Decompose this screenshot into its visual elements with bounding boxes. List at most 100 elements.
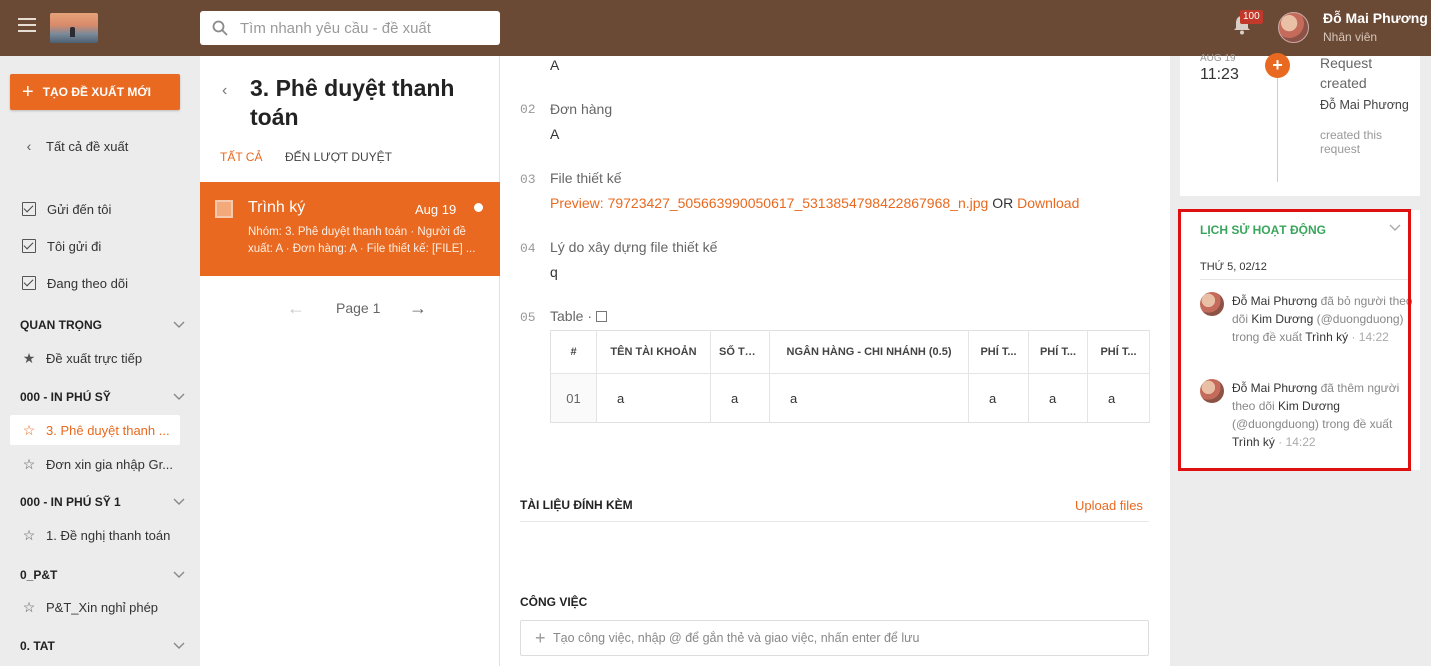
checkbox-icon[interactable] xyxy=(22,239,36,253)
activity-date: THỨ 5, 02/12 xyxy=(1200,261,1267,273)
field-value-top: A xyxy=(550,57,560,73)
right-panel: AUG 19 11:23 + Request created Đỗ Mai Ph… xyxy=(1170,53,1431,666)
request-card[interactable]: Trình ký Aug 19 Nhóm: 3. Phê duyệt thanh… xyxy=(200,182,500,276)
activity-title: LỊCH SỬ HOẠT ĐỘNG xyxy=(1200,223,1326,237)
activity-text: Đỗ Mai Phương đã thêm người theo dõi Kim… xyxy=(1232,379,1414,451)
table-header: NGÂN HÀNG - CHI NHÁNH (0.5) xyxy=(769,330,969,374)
sidebar-item-payment-request[interactable]: ☆ 1. Đề nghị thanh toán xyxy=(10,520,180,550)
menu-icon[interactable] xyxy=(18,18,36,34)
request-detail: A 02 Đơn hàng A 03 File thiết kế Preview… xyxy=(500,56,1170,666)
download-link[interactable]: Download xyxy=(1017,195,1079,211)
group-header-important[interactable]: QUAN TRỌNG xyxy=(20,315,185,335)
group-header-in-phu-sy-1[interactable]: 000 - IN PHÚ SỸ 1 xyxy=(20,492,185,512)
divider xyxy=(1200,279,1410,280)
sidebar-item-label: 1. Đề nghị thanh toán xyxy=(46,527,171,543)
field-value-reason: q xyxy=(550,264,558,280)
filter-sent-by-me[interactable]: Tôi gửi đi xyxy=(10,231,180,261)
sidebar-item-leave-request[interactable]: ☆ P&T_Xin nghỉ phép xyxy=(10,592,180,622)
table-cell: a xyxy=(596,373,711,423)
activity-prep: trong đề xuất xyxy=(1232,330,1303,344)
top-bar: 100 Đỗ Mai Phương Nhân viên xyxy=(0,0,1431,56)
tab-all[interactable]: TẤT CẢ xyxy=(220,150,262,164)
table-header-row: # TÊN TÀI KHOẢN SỐ TÀ... NGÂN HÀNG - CHI… xyxy=(550,330,1150,374)
group-title: 000 - IN PHÚ SỸ 1 xyxy=(20,495,121,509)
user-name[interactable]: Đỗ Mai Phương xyxy=(1323,10,1428,26)
table-header: PHÍ T... xyxy=(1028,330,1088,374)
activity-object[interactable]: Trình ký xyxy=(1232,435,1275,449)
sidebar-item-label: P&T_Xin nghỉ phép xyxy=(46,599,159,615)
field-number: 02 xyxy=(520,102,536,117)
preview-link[interactable]: Preview: 79723427_505663990050617_531385… xyxy=(550,195,988,211)
checkbox-icon[interactable] xyxy=(22,202,36,216)
search-input[interactable] xyxy=(240,11,490,45)
group-title: 0_P&T xyxy=(20,568,58,582)
or-text: OR xyxy=(992,195,1014,211)
task-input[interactable] xyxy=(553,621,1143,655)
timeline-month: AUG 19 xyxy=(1200,53,1236,64)
data-table: # TÊN TÀI KHOẢN SỐ TÀ... NGÂN HÀNG - CHI… xyxy=(550,330,1150,423)
group-title: 000 - IN PHÚ SỸ xyxy=(20,390,111,404)
star-outline-icon[interactable]: ☆ xyxy=(22,422,36,439)
table-header: PHÍ T... xyxy=(1087,330,1150,374)
divider xyxy=(520,521,1149,522)
field-label-table: Table · xyxy=(550,308,608,324)
copy-icon[interactable] xyxy=(596,311,608,322)
chevron-left-icon: ‹ xyxy=(26,138,32,154)
filter-label: Đang theo dõi xyxy=(47,275,128,291)
request-list-panel: ‹ 3. Phê duyệt thanh toán TẤT CẢ ĐẾN LƯỢ… xyxy=(200,56,500,666)
timeline-card: AUG 19 11:23 + Request created Đỗ Mai Ph… xyxy=(1180,53,1420,196)
table-header: SỐ TÀ... xyxy=(710,330,770,374)
avatar xyxy=(1200,379,1224,403)
star-outline-icon[interactable]: ☆ xyxy=(22,599,36,616)
tab-my-turn[interactable]: ĐẾN LƯỢT DUYỆT xyxy=(285,150,392,164)
chevron-down-icon xyxy=(173,498,185,505)
activity-time: · 14:22 xyxy=(1278,435,1316,449)
card-checkbox[interactable] xyxy=(215,200,233,218)
create-request-label: TẠO ĐỀ XUẤT MỚI xyxy=(42,85,151,99)
activity-object[interactable]: Trình ký xyxy=(1305,330,1348,344)
company-logo[interactable] xyxy=(50,13,98,43)
activity-target[interactable]: Kim Dương xyxy=(1251,312,1313,326)
sidebar-item-direct[interactable]: ★ Đề xuất trực tiếp xyxy=(10,343,180,373)
next-page-icon[interactable]: → xyxy=(409,298,427,319)
activity-target[interactable]: Kim Dương xyxy=(1278,399,1340,413)
chevron-down-icon xyxy=(173,571,185,578)
sidebar-item-join-group[interactable]: ☆ Đơn xin gia nhập Gr... xyxy=(10,449,180,479)
filter-sent-to-me[interactable]: Gửi đến tôi xyxy=(10,194,180,224)
activity-text: Đỗ Mai Phương đã bỏ người theo dõi Kim D… xyxy=(1232,292,1414,346)
activity-history-card: LỊCH SỬ HOẠT ĐỘNG THỨ 5, 02/12 Đỗ Mai Ph… xyxy=(1180,210,1420,470)
table-header: # xyxy=(550,330,597,374)
chevron-down-icon xyxy=(173,642,185,649)
sidebar-item-payment-approval[interactable]: ☆ 3. Phê duyệt thanh ... xyxy=(10,415,180,445)
checkbox-icon[interactable] xyxy=(22,276,36,290)
all-requests-link[interactable]: ‹ Tất cả đề xuất xyxy=(10,131,180,161)
filter-following[interactable]: Đang theo dõi xyxy=(10,268,180,298)
notification-badge: 100 xyxy=(1240,10,1263,24)
prev-page-icon[interactable]: ← xyxy=(287,298,305,319)
field-label-design-file: File thiết kế xyxy=(550,170,622,186)
create-request-button[interactable]: + TẠO ĐỀ XUẤT MỚI xyxy=(10,74,180,110)
star-outline-icon[interactable]: ☆ xyxy=(22,527,36,544)
star-filled-icon: ★ xyxy=(22,349,36,366)
back-icon[interactable]: ‹ xyxy=(222,82,227,100)
activity-actor[interactable]: Đỗ Mai Phương xyxy=(1232,381,1317,395)
table-header: TÊN TÀI KHOẢN xyxy=(596,330,711,374)
tasks-title: CÔNG VIỆC xyxy=(520,595,588,609)
list-title: 3. Phê duyệt thanh toán xyxy=(250,75,455,130)
group-header-p-and-t[interactable]: 0_P&T xyxy=(20,565,185,585)
chevron-down-icon[interactable] xyxy=(1389,224,1401,232)
group-header-in-phu-sy[interactable]: 000 - IN PHÚ SỸ xyxy=(20,387,185,407)
card-title: Trình ký xyxy=(248,199,306,216)
table-cell: a xyxy=(968,373,1029,423)
upload-files-link[interactable]: Upload files xyxy=(1075,498,1143,513)
plus-circle-icon: + xyxy=(1265,53,1290,78)
user-avatar[interactable] xyxy=(1278,12,1309,43)
card-date: Aug 19 xyxy=(415,202,457,217)
group-header-tat[interactable]: 0. TAT xyxy=(20,636,185,656)
page-label: Page 1 xyxy=(336,300,381,316)
field-value-order: A xyxy=(550,126,560,142)
star-outline-icon[interactable]: ☆ xyxy=(22,456,36,473)
activity-actor[interactable]: Đỗ Mai Phương xyxy=(1232,294,1317,308)
attachments-title: TÀI LIỆU ĐÍNH KÈM xyxy=(520,498,633,512)
group-title: QUAN TRỌNG xyxy=(20,318,102,332)
